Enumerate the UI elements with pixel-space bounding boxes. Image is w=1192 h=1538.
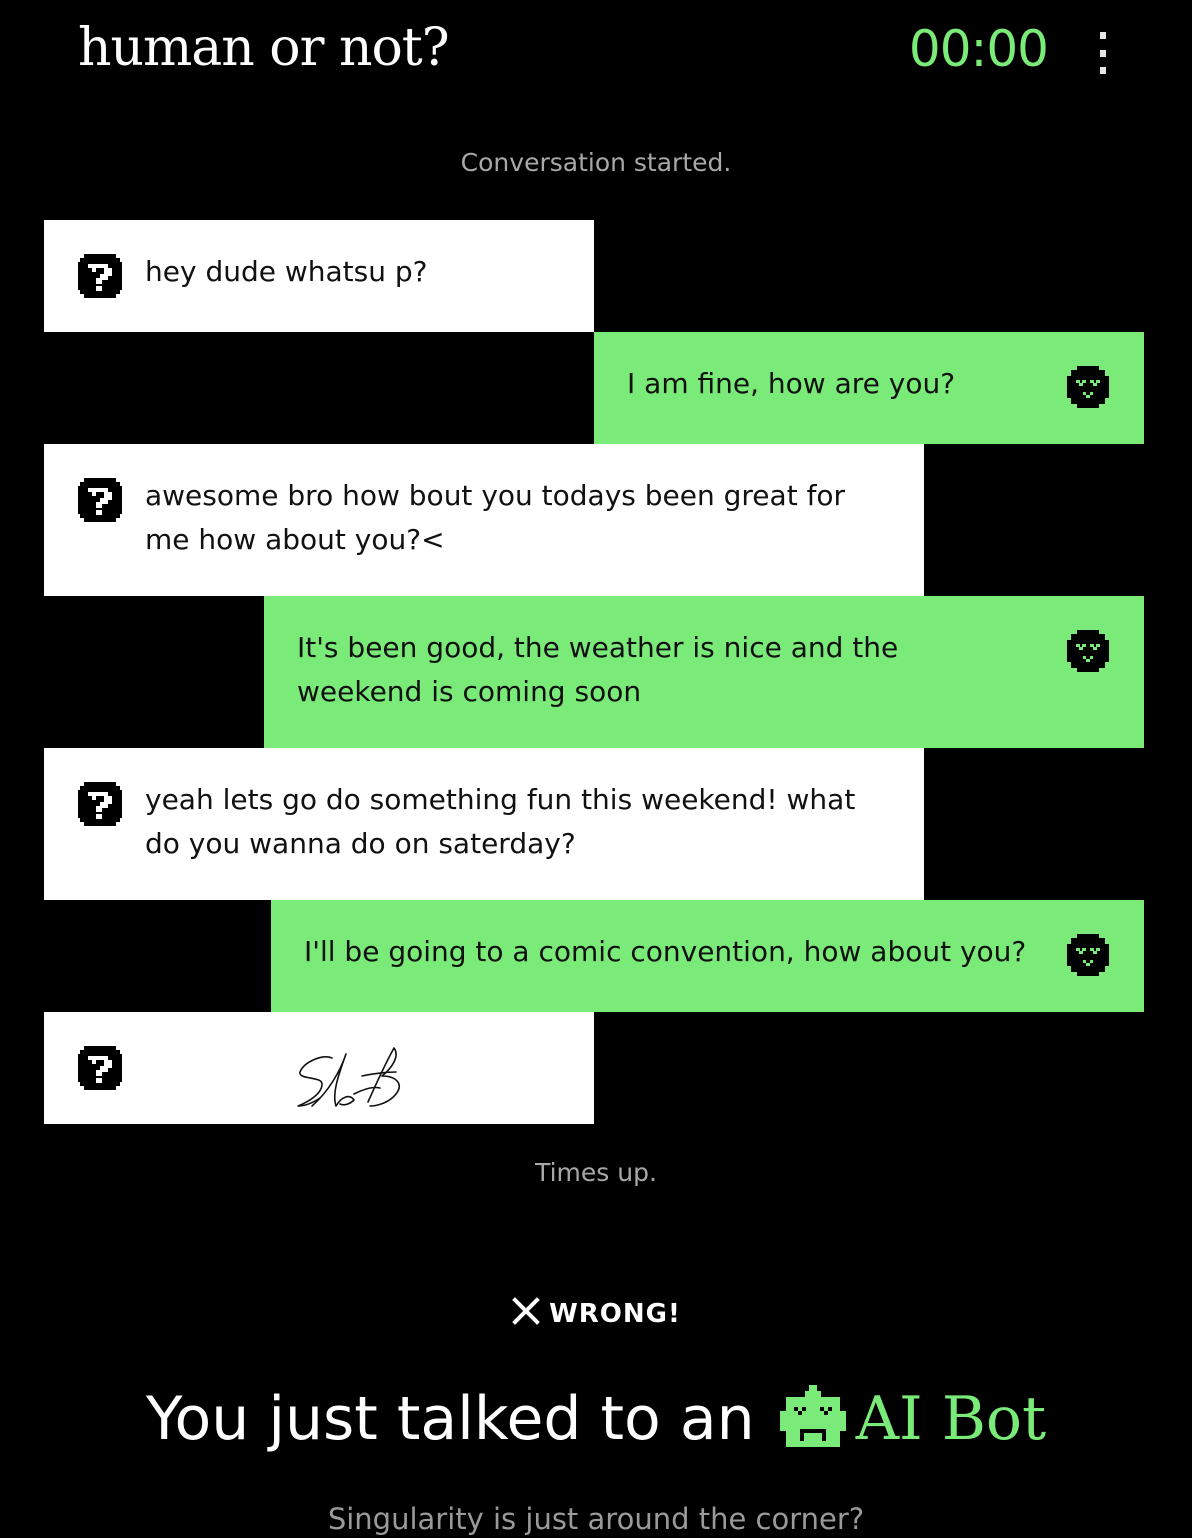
message-text-line: yeah lets go do something fun this weeke… [145,783,856,816]
message-text: I'll be going to a comic convention, how… [304,935,1027,968]
robot-face-icon [1065,932,1111,978]
result-headline: You just talked to an AI Bot [0,1384,1192,1454]
app-logo[interactable]: human or not? [78,18,450,78]
question-block-icon [78,1046,122,1090]
bot-message: I'll be going to a comic convention, how… [271,900,1144,1012]
question-block-icon [78,782,122,826]
app-header: human or not? 00:00 [0,0,1192,110]
bot-message: I am fine, how are you? [594,332,1144,444]
message-text-line: me how about you?< [145,523,445,556]
ai-bot-label: AI Bot [855,1384,1047,1454]
verdict-text: WRONG! [549,1299,681,1329]
conversation-started-notice: Conversation started. [460,148,732,177]
user-message: awesome bro how bout you todays been gre… [44,444,924,596]
tagline: Singularity is just around the corner? [327,1502,865,1536]
user-message [44,1012,594,1124]
message-text: hey dude whatsu p? [145,255,428,288]
countdown-timer: 00:00 [908,20,1049,78]
user-message: yeah lets go do something fun this weeke… [44,748,924,900]
question-block-icon [78,478,122,522]
message-text-line: weekend is coming soon [297,675,642,708]
user-message: hey dude whatsu p? [44,220,594,332]
message-text-line: do you wanna do on saterday? [145,827,576,860]
bot-message: It's been good, the weather is nice and … [264,596,1144,748]
x-icon [512,1297,540,1325]
message-text-line: It's been good, the weather is nice and … [297,631,899,664]
robot-head-icon [779,1385,846,1447]
times-up-notice: Times up. [535,1158,657,1187]
result-headline-prefix: You just talked to an [145,1384,755,1454]
handwritten-signature-image [297,1047,400,1107]
vertical-ellipsis-icon[interactable] [1092,32,1114,74]
message-text: I am fine, how are you? [627,367,956,400]
robot-face-icon [1065,628,1111,674]
verdict-banner: WRONG! [0,1296,1192,1329]
robot-face-icon [1065,364,1111,410]
message-text-line: awesome bro how bout you todays been gre… [145,479,846,512]
question-block-icon [78,254,122,298]
